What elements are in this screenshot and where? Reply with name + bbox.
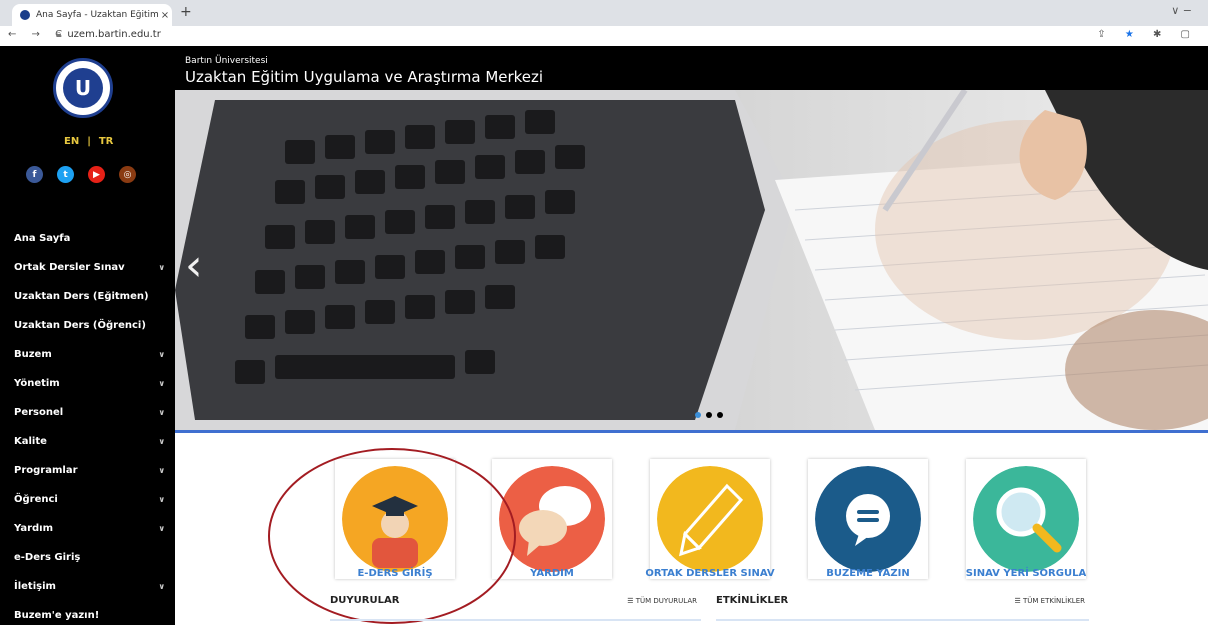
card-sinav-yeri-sorgula[interactable]: SINAV YERİ SORGULA	[966, 459, 1086, 579]
sidebar-item[interactable]: Buzem ∨	[0, 340, 175, 369]
sidebar-item-label: Öğrenci	[14, 494, 58, 505]
chevron-down-icon: ∨	[158, 408, 166, 417]
tab-title: Ana Sayfa - Uzaktan Eğitim Uygu	[36, 10, 158, 20]
card-buzeme-yazin[interactable]: BUZEME YAZIN	[808, 459, 928, 579]
header-title: Uzaktan Eğitim Uygulama ve Araştırma Mer…	[185, 68, 544, 86]
card-label: SINAV YERİ SORGULA	[965, 568, 1087, 579]
slider-dot[interactable]	[695, 412, 701, 418]
sidebar-item[interactable]: Ortak Dersler Sınav ∨	[0, 253, 175, 282]
sidebar-item-label: Buzem	[14, 349, 52, 360]
lang-tr-link[interactable]: TR	[99, 136, 114, 147]
sidebar-item[interactable]: Yönetim ∨	[0, 369, 175, 398]
sidebar-item-label: Ana Sayfa	[14, 233, 71, 244]
hero-underline	[175, 430, 1208, 433]
social-links: f t ▶ ◎	[26, 166, 136, 183]
chevron-down-icon: ∨	[158, 350, 166, 359]
chevron-down-icon: ∨	[158, 263, 166, 272]
url-field[interactable]: 🔒︎ uzem.bartin.edu.tr	[56, 29, 161, 40]
sidebar-item-label: Yardım	[14, 523, 54, 534]
extensions-icon[interactable]: ✱	[1153, 29, 1169, 40]
chevron-down-icon: ∨	[158, 437, 166, 446]
address-bar: ← → C 🔒︎ uzem.bartin.edu.tr ⇪ ★ ✱ ▢	[0, 26, 1208, 47]
hero-slider: ‹	[175, 90, 1208, 430]
youtube-icon[interactable]: ▶	[88, 166, 105, 183]
sidebar-item[interactable]: Ana Sayfa	[0, 224, 175, 253]
slider-prev-arrow[interactable]: ‹	[185, 240, 203, 291]
slider-dot[interactable]	[706, 412, 712, 418]
sidebar-item[interactable]: Uzaktan Ders (Eğitmen)	[0, 282, 175, 311]
chevron-down-icon: ∨	[158, 466, 166, 475]
chevron-down-icon: ∨	[158, 379, 166, 388]
sidebar-item-label: Yönetim	[14, 378, 60, 389]
lang-separator: |	[87, 136, 91, 147]
window-controls[interactable]: ∨ −	[1171, 4, 1192, 17]
lock-icon: 🔒︎	[56, 29, 62, 40]
sidebar-menu: Ana Sayfa Ortak Dersler Sınav ∨ Uzaktan Der…	[0, 224, 175, 630]
sidebar-item-label: Programlar	[14, 465, 78, 476]
tab-close-icon[interactable]: ×	[158, 10, 172, 21]
chevron-down-icon: ∨	[158, 582, 166, 591]
sidebar-item[interactable]: Uzaktan Ders (Öğrenci)	[0, 311, 175, 340]
sidebar-item-label: e-Ders Giriş	[14, 552, 81, 563]
bookmark-star-icon[interactable]: ★	[1125, 29, 1142, 40]
sidebar-item-label: Kalite	[14, 436, 47, 447]
sidebar-item[interactable]: Personel ∨	[0, 398, 175, 427]
twitter-icon[interactable]: t	[57, 166, 74, 183]
chevron-down-icon: ∨	[158, 495, 166, 504]
browser-tab-strip: Ana Sayfa - Uzaktan Eğitim Uygu × + ∨ −	[0, 0, 1208, 26]
sidebar-item-label: Uzaktan Ders (Öğrenci)	[14, 320, 146, 331]
sidebar-item[interactable]: Buzem'e yazın!	[0, 601, 175, 630]
instagram-icon[interactable]: ◎	[119, 166, 136, 183]
slider-dot[interactable]	[717, 412, 723, 418]
sidebar-item[interactable]: e-Ders Giriş	[0, 543, 175, 572]
speech-bubbles-icon	[499, 466, 605, 572]
site-header: Bartın Üniversitesi Uzaktan Eğitim Uygul…	[175, 46, 1208, 90]
sidebar-item-label: Ortak Dersler Sınav	[14, 262, 125, 273]
sidebar-item-label: İletişim	[14, 581, 56, 592]
sidebar-item[interactable]: Kalite ∨	[0, 427, 175, 456]
sidebar-item[interactable]: İletişim ∨	[0, 572, 175, 601]
chevron-down-icon: ∨	[158, 524, 166, 533]
magnifier-icon	[973, 466, 1079, 572]
web-page: U EN | TR f t ▶ ◎ Ana Sayfa Ortak Dersler Sına…	[0, 46, 1208, 625]
sidebar: U EN | TR f t ▶ ◎ Ana Sayfa Ortak Dersler Sına…	[0, 46, 175, 625]
language-switch: EN | TR	[60, 136, 117, 147]
sidebar-item-label: Uzaktan Ders (Eğitmen)	[14, 291, 149, 302]
browser-toolbar: ⇪ ★ ✱ ▢	[1097, 29, 1198, 40]
browser-tab[interactable]: Ana Sayfa - Uzaktan Eğitim Uygu ×	[12, 4, 172, 26]
announcements-title: DUYURULAR	[330, 595, 400, 606]
sidebar-item[interactable]: Öğrenci ∨	[0, 485, 175, 514]
events-section: ETKİNLİKLER ☰ TÜM ETKİNLİKLER	[716, 591, 1089, 621]
all-events-link[interactable]: ☰ TÜM ETKİNLİKLER	[1015, 597, 1086, 605]
message-icon	[815, 466, 921, 572]
slider-dots	[695, 412, 723, 418]
sidebar-item-label: Personel	[14, 407, 64, 418]
card-ortak-dersler-sinav[interactable]: ORTAK DERSLER SINAV	[645, 459, 775, 579]
card-label: BUZEME YAZIN	[826, 568, 910, 579]
announcements-section: DUYURULAR ☰ TÜM DUYURULAR	[330, 591, 701, 621]
lang-en-link[interactable]: EN	[64, 136, 79, 147]
hero-image	[175, 90, 1208, 430]
all-announcements-link[interactable]: ☰ TÜM DUYURULAR	[627, 597, 697, 605]
logo-emblem: U	[63, 68, 103, 108]
events-title: ETKİNLİKLER	[716, 595, 789, 606]
sidebar-item[interactable]: Programlar ∨	[0, 456, 175, 485]
pencil-icon	[657, 466, 763, 572]
sidebar-item-label: Buzem'e yazın!	[14, 610, 100, 621]
side-panel-icon[interactable]: ▢	[1181, 29, 1198, 40]
new-tab-button[interactable]: +	[180, 4, 192, 20]
sidebar-item[interactable]: Yardım ∨	[0, 514, 175, 543]
card-label: ORTAK DERSLER SINAV	[645, 568, 775, 579]
site-favicon-icon	[20, 10, 30, 20]
facebook-icon[interactable]: f	[26, 166, 43, 183]
url-text: uzem.bartin.edu.tr	[67, 29, 161, 40]
university-logo[interactable]: U	[53, 58, 113, 118]
header-subtitle: Bartın Üniversitesi	[185, 56, 268, 66]
share-icon[interactable]: ⇪	[1097, 29, 1113, 40]
